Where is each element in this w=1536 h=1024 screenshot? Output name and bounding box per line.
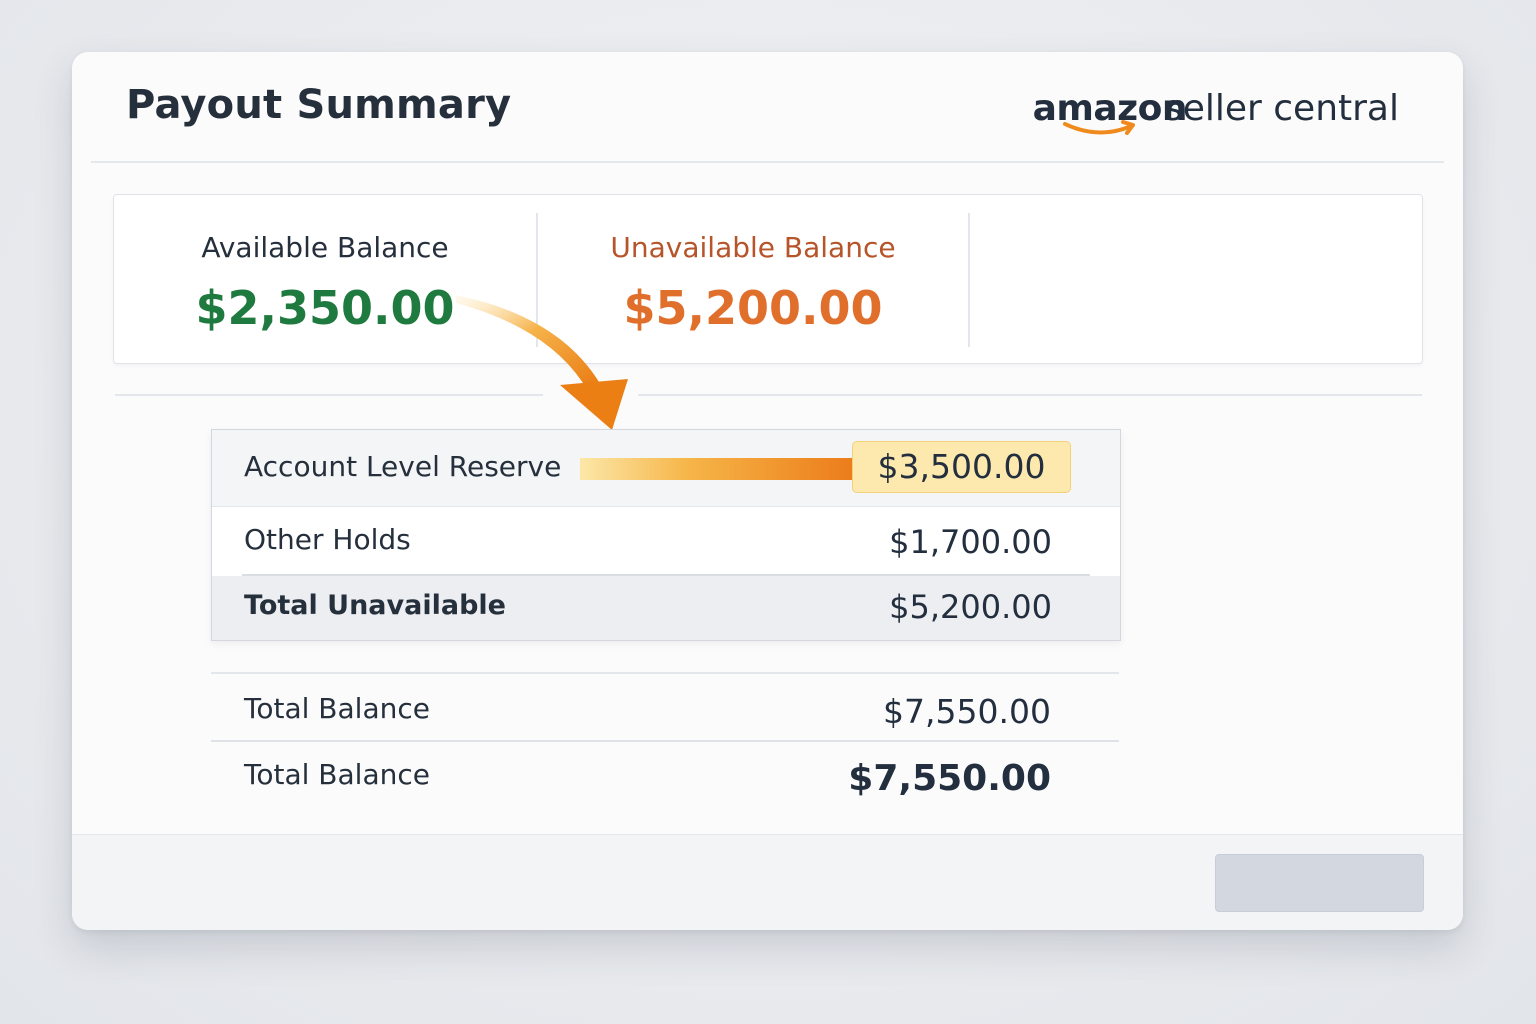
table-row-other-holds[interactable]: Other Holds $1,700.00 [212, 507, 1120, 575]
total-balance-label: Total Balance [244, 692, 430, 725]
other-holds-label: Other Holds [244, 523, 411, 556]
unavailable-breakdown-table: Account Level Reserve $3,500.00 Other Ho… [211, 429, 1121, 641]
account-level-reserve-value: $3,500.00 [852, 441, 1071, 493]
total-unavailable-label: Total Unavailable [244, 590, 506, 621]
curved-arrow-icon [456, 295, 628, 430]
table-row-total-unavailable: Total Unavailable $5,200.00 [212, 576, 1120, 640]
header-divider [91, 161, 1444, 163]
footer-action-button[interactable] [1215, 854, 1424, 912]
available-balance-label: Available Balance [201, 231, 449, 264]
account-level-reserve-label: Account Level Reserve [244, 450, 562, 483]
page-title: Payout Summary [126, 82, 512, 128]
section-divider-right [638, 394, 1422, 396]
total-balance-value: $7,550.00 [848, 758, 1051, 799]
balance-overview-panel: Available Balance $2,350.00 Unavailable … [113, 194, 1423, 364]
highlight-arrow-bar [580, 458, 852, 480]
payout-summary-card: Payout Summary amazon seller central Ava… [72, 52, 1463, 930]
table-row-account-level-reserve[interactable]: Account Level Reserve $3,500.00 [212, 430, 1120, 507]
summary-divider [211, 740, 1119, 742]
summary-divider-top [211, 672, 1119, 674]
total-unavailable-value: $5,200.00 [889, 588, 1052, 626]
total-balance-label: Total Balance [244, 758, 430, 791]
unavailable-balance-label: Unavailable Balance [610, 231, 896, 264]
amazon-seller-central-logo: amazon seller central [1033, 88, 1399, 148]
total-balance-value: $7,550.00 [883, 692, 1051, 731]
column-divider [968, 213, 970, 347]
logo-product-text: seller central [1163, 88, 1399, 129]
other-holds-value: $1,700.00 [889, 523, 1052, 561]
card-footer [72, 834, 1463, 930]
amazon-smile-icon [1063, 120, 1135, 135]
